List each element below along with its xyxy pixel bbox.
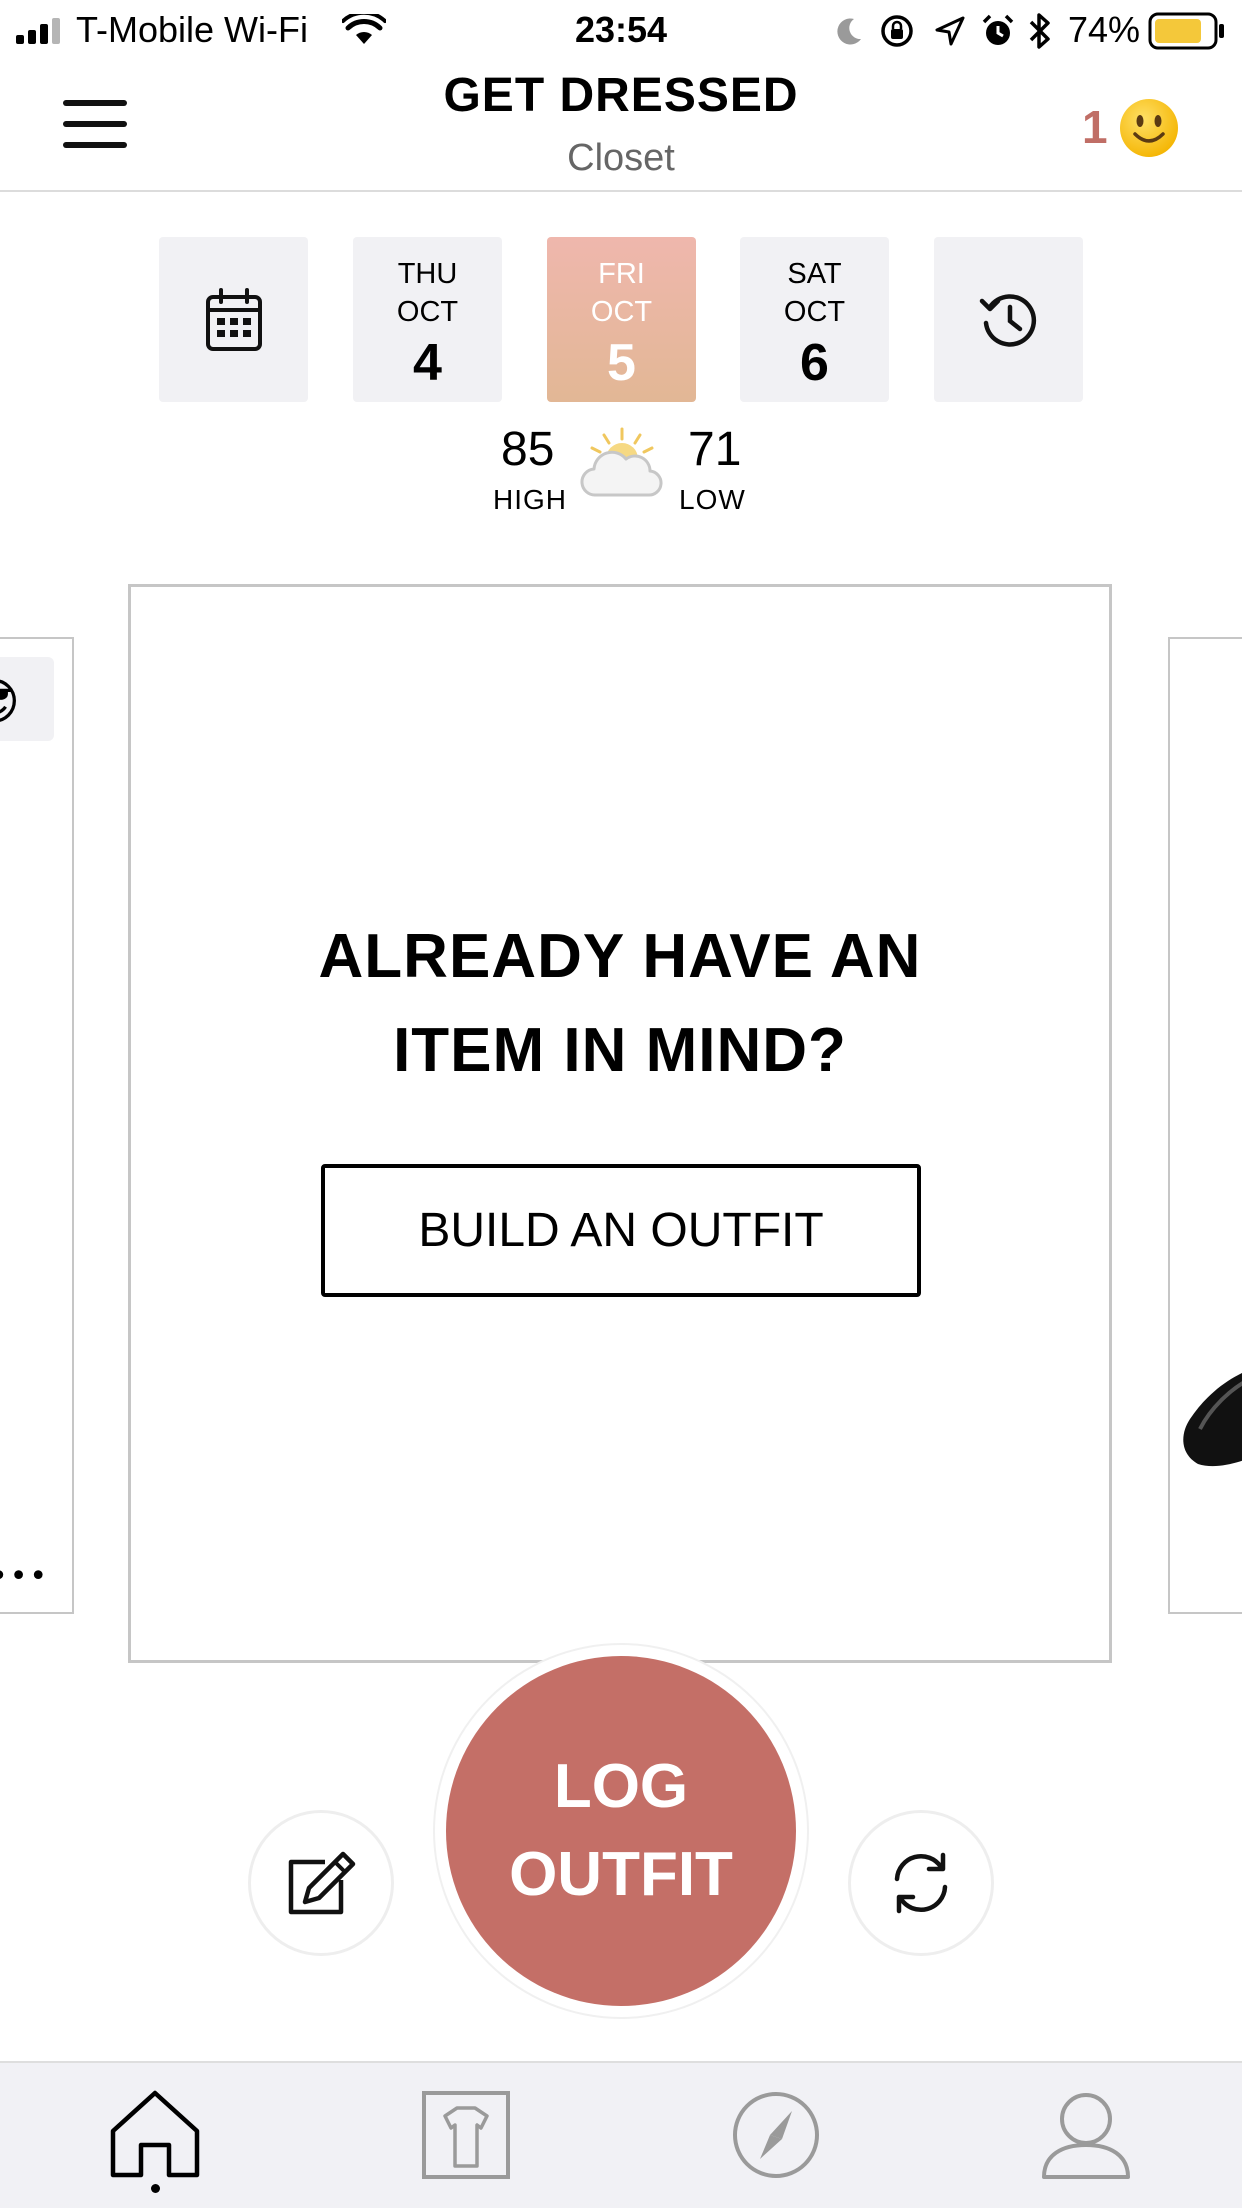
- build-outfit-button[interactable]: BUILD AN OUTFIT: [321, 1164, 921, 1297]
- home-icon: [110, 2090, 200, 2178]
- card-prompt-line2: ITEM IN MIND?: [393, 1016, 847, 1085]
- refresh-button[interactable]: [848, 1810, 994, 1956]
- outfit-card-current: [128, 584, 1112, 1663]
- tab-explore[interactable]: [716, 2075, 836, 2195]
- date-tile-thu[interactable]: THU OCT 4: [353, 237, 502, 402]
- battery-icon: [1148, 12, 1224, 50]
- closet-icon: [422, 2091, 510, 2179]
- partly-sunny-icon: [580, 427, 663, 497]
- more-icon[interactable]: •••: [0, 1559, 49, 1594]
- page-subtitle: Closet: [567, 137, 675, 179]
- weather-low: 71: [688, 423, 742, 476]
- status-time: 23:54: [574, 9, 668, 50]
- card-prompt: ALREADY HAVE AN ITEM IN MIND?: [128, 910, 1112, 1098]
- weather-high: 85: [501, 423, 555, 476]
- history-button[interactable]: [934, 237, 1083, 402]
- date-tile-sat[interactable]: SAT OCT 6: [740, 237, 889, 402]
- explore-icon: [733, 2092, 819, 2178]
- alarm-icon: [982, 14, 1014, 45]
- moon-icon: [837, 18, 861, 45]
- location-icon: [935, 16, 965, 46]
- calendar-button[interactable]: [159, 237, 308, 402]
- page-title: GET DRESSED: [443, 69, 799, 122]
- date-day: 6: [800, 334, 829, 392]
- header-divider: [0, 190, 1242, 192]
- side-card-badge: 😎: [0, 657, 54, 741]
- log-outfit-line1: LOG: [553, 1752, 689, 1821]
- card-prompt-line1: ALREADY HAVE AN: [318, 922, 922, 991]
- tab-profile[interactable]: [1026, 2075, 1146, 2195]
- tab-closet[interactable]: [406, 2075, 526, 2195]
- date-dow: THU: [397, 258, 458, 290]
- refresh-icon: [894, 1852, 948, 1914]
- shoe-image: [1183, 1373, 1242, 1467]
- battery-percent: 74%: [1068, 9, 1141, 50]
- date-day: 4: [413, 334, 442, 392]
- edit-icon: [288, 1851, 356, 1915]
- log-outfit-button[interactable]: LOG OUTFIT: [446, 1656, 796, 2006]
- edit-button[interactable]: [248, 1810, 394, 1956]
- tab-home[interactable]: [95, 2075, 215, 2195]
- date-month: OCT: [396, 296, 459, 328]
- notification-count[interactable]: 1: [1082, 100, 1108, 154]
- log-outfit-line2: OUTFIT: [509, 1840, 733, 1909]
- profile-icon: [1042, 2093, 1130, 2179]
- smiley-icon[interactable]: [1118, 97, 1180, 159]
- date-dow: SAT: [787, 258, 842, 290]
- history-icon: [979, 293, 1036, 347]
- status-bar: T-Mobile Wi-Fi 23:54 74%: [0, 0, 1242, 60]
- active-tab-indicator: [151, 2184, 160, 2193]
- date-month: OCT: [783, 296, 846, 328]
- outfit-card-previous[interactable]: 😎 •••: [0, 637, 74, 1614]
- bluetooth-icon: [1029, 13, 1050, 49]
- outfit-card-next[interactable]: [1168, 637, 1242, 1614]
- date-dow: FRI: [598, 258, 645, 290]
- sunglasses-emoji-icon: 😎: [0, 673, 20, 731]
- weather-low-label: LOW: [679, 484, 746, 515]
- orientation-lock-icon: [881, 15, 913, 47]
- date-month: OCT: [590, 296, 653, 328]
- date-day: 5: [607, 334, 636, 392]
- calendar-icon: [205, 287, 262, 351]
- weather-high-label: HIGH: [493, 484, 567, 515]
- date-tile-fri[interactable]: FRI OCT 5: [547, 237, 696, 402]
